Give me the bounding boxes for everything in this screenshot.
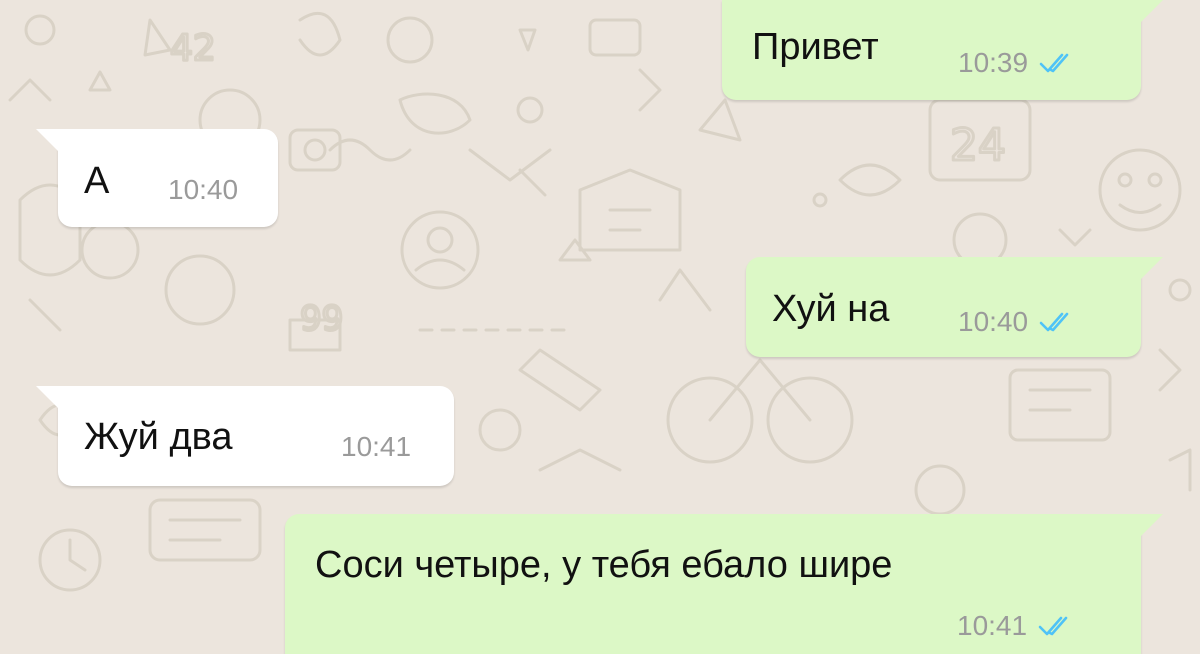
message-text: Хуй на bbox=[772, 288, 890, 330]
message-meta: 10:39 bbox=[958, 49, 1078, 77]
message-time: 10:40 bbox=[168, 174, 239, 205]
double-check-read-icon bbox=[1039, 53, 1069, 73]
bubble-tail bbox=[1137, 0, 1163, 26]
message-time: 10:41 bbox=[341, 431, 412, 462]
message-bubble-outgoing[interactable]: Хуй на 10:40 bbox=[746, 257, 1163, 357]
message-text: А bbox=[84, 160, 110, 202]
message-meta: 10:40 bbox=[958, 308, 1078, 336]
message-meta: 10:41 bbox=[957, 612, 1077, 640]
message-text: Жуй два bbox=[84, 416, 233, 458]
message-bubble-incoming[interactable]: А 10:40 bbox=[36, 129, 278, 227]
message-bubble-incoming[interactable]: Жуй два 10:41 bbox=[36, 386, 454, 486]
message-bubble-outgoing[interactable]: Соси четыре, у тебя ебало шире 10:41 bbox=[285, 514, 1163, 654]
message-bubble-outgoing[interactable]: Привет 10:39 bbox=[722, 0, 1163, 100]
bubble-tail bbox=[1137, 514, 1163, 540]
message-meta: 10:41 bbox=[341, 433, 411, 461]
message-text: Соси четыре, у тебя ебало шире bbox=[315, 544, 893, 586]
bubble-tail bbox=[1137, 257, 1163, 283]
message-meta: 10:40 bbox=[168, 176, 238, 204]
bubble-tail bbox=[36, 386, 62, 412]
svg-text:24: 24 bbox=[950, 120, 1006, 171]
svg-text:99: 99 bbox=[300, 299, 343, 339]
double-check-read-icon bbox=[1039, 312, 1069, 332]
message-time: 10:41 bbox=[957, 610, 1028, 641]
svg-text:42: 42 bbox=[170, 28, 216, 69]
message-time: 10:39 bbox=[958, 47, 1029, 78]
bubble-tail bbox=[36, 129, 62, 155]
message-text: Привет bbox=[752, 26, 879, 68]
message-time: 10:40 bbox=[958, 306, 1029, 337]
double-check-read-icon bbox=[1038, 616, 1068, 636]
